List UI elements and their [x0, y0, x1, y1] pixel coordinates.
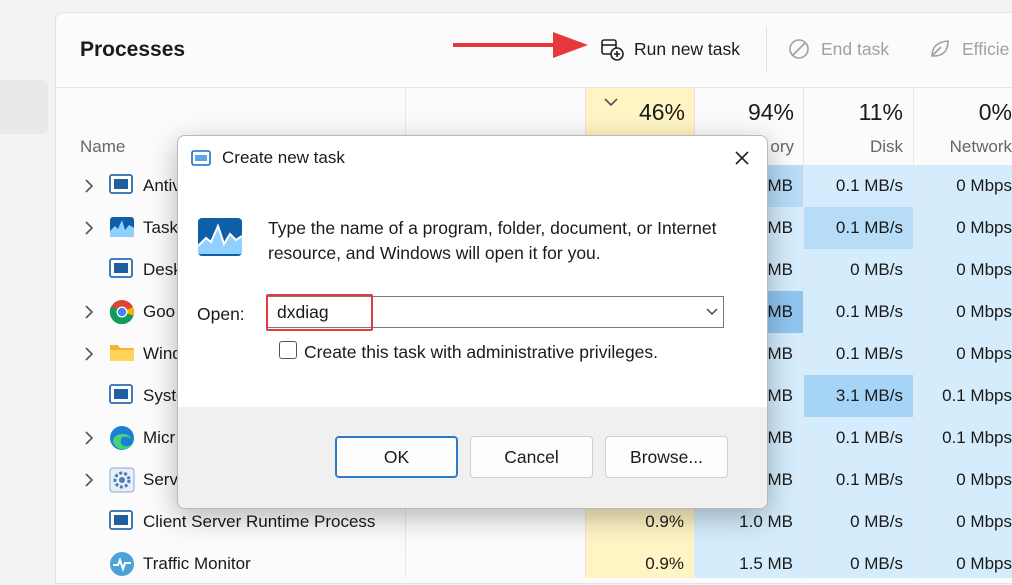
leaf-icon — [928, 37, 952, 61]
column-header-disk[interactable]: 11% — [815, 99, 903, 126]
network-cell: 0 Mbps — [956, 176, 1012, 195]
column-header-cpu[interactable]: 46% — [600, 99, 685, 126]
dialog-description: Type the name of a program, folder, docu… — [268, 218, 717, 263]
network-cell: 0 Mbps — [956, 554, 1012, 573]
run-task-icon — [600, 37, 624, 61]
edge-icon — [109, 425, 135, 451]
task-manager-icon — [109, 215, 135, 241]
disk-cell: 0 MB/s — [850, 554, 903, 573]
close-icon — [735, 151, 749, 165]
chevron-down-icon[interactable] — [706, 307, 718, 317]
column-header-memory[interactable]: 94% — [705, 99, 794, 126]
open-label: Open: — [197, 304, 245, 324]
expand-chevron-icon[interactable] — [83, 178, 95, 199]
chrome-icon — [109, 299, 135, 325]
expand-chevron-icon[interactable] — [83, 472, 95, 493]
network-cell: 0 Mbps — [956, 302, 1012, 321]
window-icon — [109, 173, 135, 199]
disk-cell: 0.1 MB/s — [835, 176, 903, 195]
end-task-button[interactable]: End task — [787, 36, 889, 62]
dialog-title: Create new task — [222, 148, 345, 167]
efficiency-label: Efficie — [962, 38, 1010, 59]
run-dialog-icon — [191, 150, 211, 166]
network-cell: 0 Mbps — [956, 512, 1012, 531]
annotation-arrow — [453, 32, 588, 58]
process-name: Goo — [143, 302, 176, 321]
folder-icon — [109, 341, 135, 367]
create-new-task-dialog: Create new task Type the name of a progr… — [177, 135, 768, 509]
nav-selected-item[interactable] — [0, 80, 48, 134]
column-header-disk-label: Disk — [869, 137, 903, 156]
disk-cell: 0 MB/s — [850, 260, 903, 279]
network-cell: 0 Mbps — [956, 260, 1012, 279]
disk-cell: 0.1 MB/s — [835, 428, 903, 447]
window-icon — [109, 257, 135, 283]
dialog-close-button[interactable] — [728, 146, 756, 170]
column-header-network[interactable]: 0% — [925, 99, 1012, 126]
expand-chevron-icon[interactable] — [83, 346, 95, 367]
network-cell: 0.1 Mbps — [942, 386, 1012, 405]
browse-button[interactable]: Browse... — [605, 436, 728, 478]
ok-button[interactable]: OK — [335, 436, 458, 478]
network-cell: 0 Mbps — [956, 218, 1012, 237]
process-name: Desk — [143, 260, 182, 279]
expand-chevron-icon[interactable] — [83, 220, 95, 241]
efficiency-mode-button[interactable]: Efficie — [928, 36, 1009, 62]
run-new-task-label: Run new task — [634, 38, 741, 59]
gear-icon — [109, 467, 135, 493]
disk-cell: 0 MB/s — [850, 512, 903, 531]
process-name: Serv — [143, 470, 178, 489]
toolbar-divider — [766, 26, 767, 72]
column-header-name[interactable]: Name — [80, 137, 125, 157]
network-cell: 0 Mbps — [956, 344, 1012, 363]
disk-cell: 3.1 MB/s — [835, 386, 903, 405]
annotation-highlight-box — [266, 294, 373, 331]
cpu-cell: 0.9% — [645, 554, 684, 573]
run-new-task-button[interactable]: Run new task — [600, 36, 740, 62]
traffic-monitor-icon — [109, 551, 135, 577]
expand-chevron-icon[interactable] — [83, 430, 95, 451]
network-cell: 0 Mbps — [956, 470, 1012, 489]
expand-chevron-icon[interactable] — [83, 304, 95, 325]
process-name: Wind — [143, 344, 182, 363]
disk-cell: 0.1 MB/s — [835, 470, 903, 489]
end-task-label: End task — [821, 38, 890, 59]
process-name: Micr — [143, 428, 176, 447]
column-header-network-label: Network — [949, 137, 1012, 156]
header-divider — [55, 87, 1012, 88]
admin-privileges-label[interactable]: Create this task with administrative pri… — [304, 342, 658, 363]
process-name: Antiv — [143, 176, 181, 195]
process-name: Client Server Runtime Process — [143, 512, 376, 531]
disk-cell: 0.1 MB/s — [835, 302, 903, 321]
network-cell: 0.1 Mbps — [942, 428, 1012, 447]
admin-privileges-checkbox[interactable] — [279, 341, 297, 359]
process-name: Task — [143, 218, 178, 237]
disk-cell: 0.1 MB/s — [835, 344, 903, 363]
memory-cell: 1.5 MB — [739, 554, 793, 573]
page-title: Processes — [80, 38, 186, 61]
disk-cell: 0.1 MB/s — [835, 218, 903, 237]
block-icon — [787, 37, 811, 61]
window-icon — [109, 509, 135, 535]
process-name: Traffic Monitor — [143, 554, 251, 573]
cancel-button[interactable]: Cancel — [470, 436, 593, 478]
task-manager-icon — [197, 218, 243, 256]
window-icon — [109, 383, 135, 409]
